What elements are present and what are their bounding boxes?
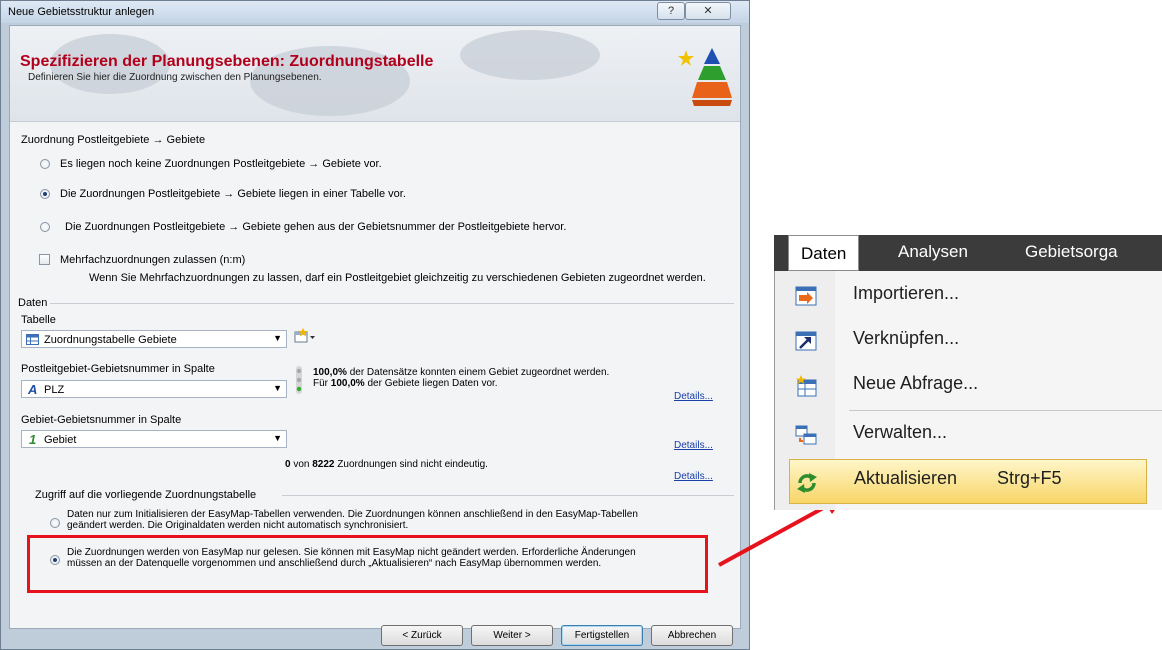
menu-item-label: Aktualisieren <box>854 468 958 488</box>
menu-item-importieren[interactable]: Importieren... <box>775 273 1162 318</box>
menu-item-label: Neue Abfrage... <box>853 373 979 393</box>
menu-tab-analysen[interactable]: Analysen <box>898 242 968 262</box>
menu-bar: Daten Analysen Gebietsorga <box>774 235 1162 271</box>
menu-dropdown: Importieren... Verknüpfen... Neue Abfrag… <box>774 271 1162 510</box>
new-query-icon <box>796 375 817 397</box>
menu-tab-daten[interactable]: Daten <box>788 235 860 271</box>
menu-item-shortcut: Strg+F5 <box>997 468 1062 488</box>
menu-item-verwalten[interactable]: Verwalten... <box>775 412 1162 457</box>
menu-item-label: Verknüpfen... <box>853 328 960 348</box>
menu-item-label: Verwalten... <box>853 422 948 442</box>
menu-item-aktualisieren[interactable]: Aktualisieren Strg+F5 <box>789 459 1147 504</box>
menu-separator <box>849 410 1162 411</box>
data-menu: Daten Analysen Gebietsorga Importieren..… <box>774 235 1162 510</box>
menu-item-label: Importieren... <box>853 283 960 303</box>
menu-item-neue-abfrage[interactable]: Neue Abfrage... <box>775 363 1162 408</box>
import-icon <box>795 286 817 306</box>
link-table-icon <box>795 331 817 351</box>
refresh-icon <box>797 473 817 493</box>
manage-tables-icon <box>795 425 817 445</box>
menu-tab-gebietsorga[interactable]: Gebietsorga <box>1025 242 1118 262</box>
menu-item-verknuepfen[interactable]: Verknüpfen... <box>775 318 1162 363</box>
